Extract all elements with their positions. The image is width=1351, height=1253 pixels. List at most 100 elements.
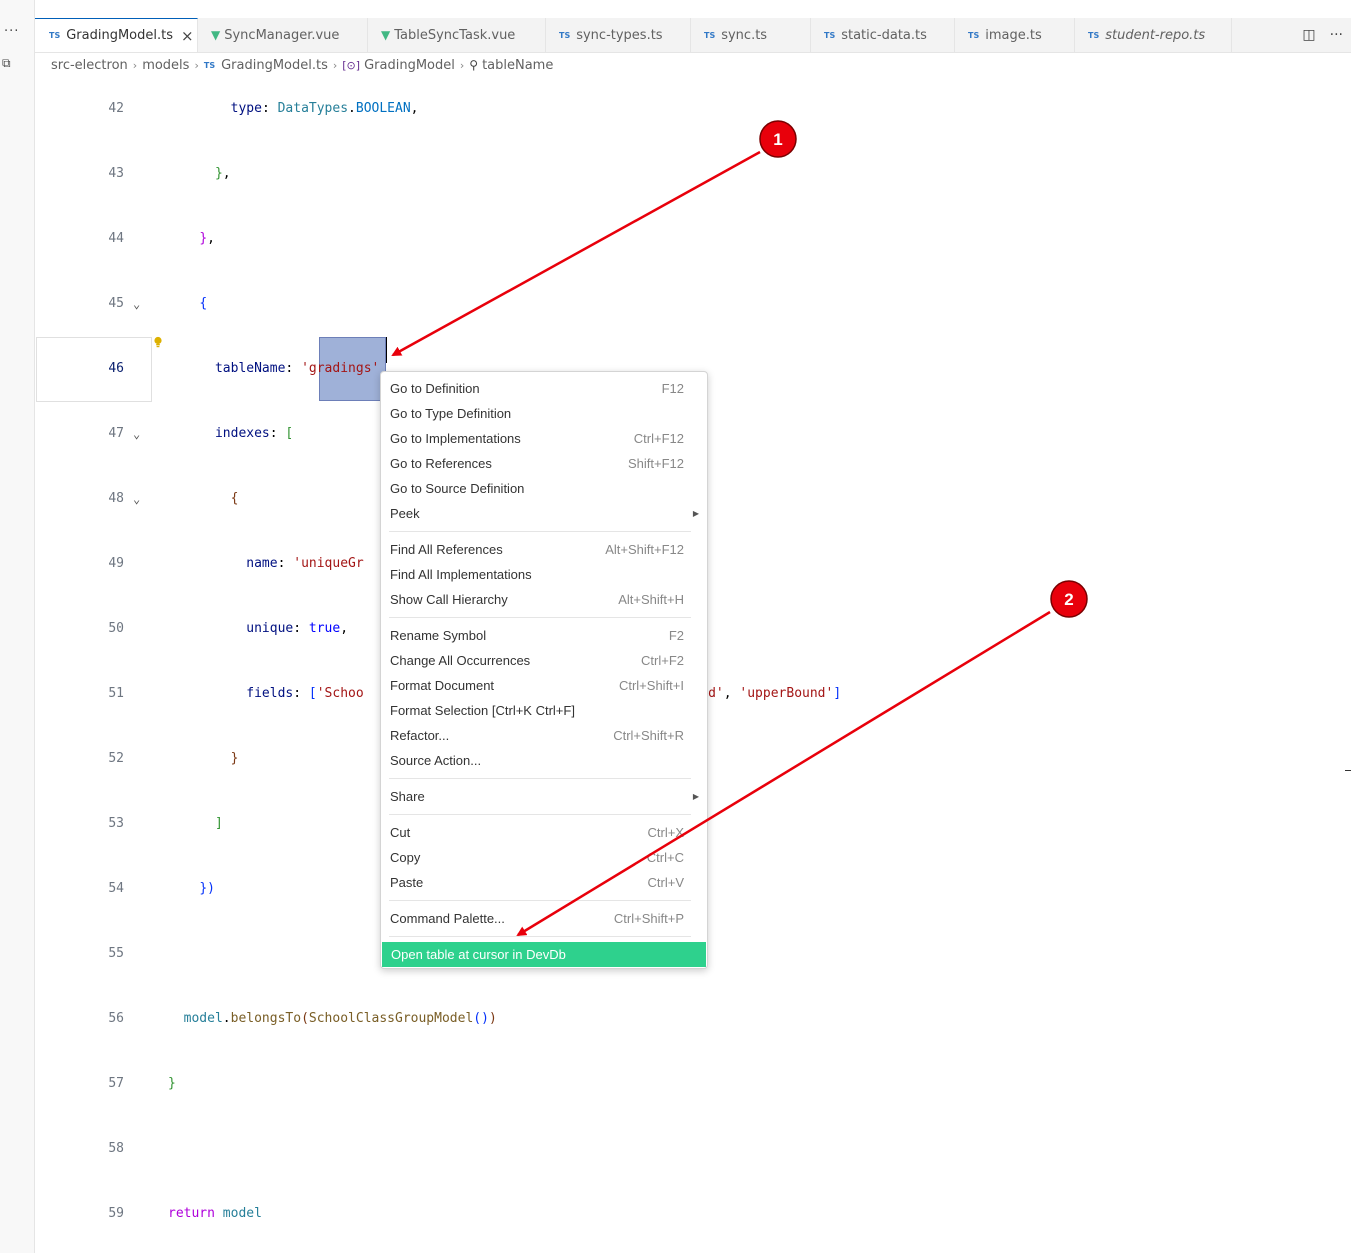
menu-item-find-all-implementations[interactable]: Find All Implementations [381, 562, 707, 587]
menu-item-label: Source Action... [390, 753, 482, 768]
code-text: }, [168, 163, 231, 185]
code-line[interactable]: 58 [35, 1138, 1335, 1160]
keyboard-shortcut: Alt+Shift+H [618, 592, 684, 607]
code-token: }) [199, 881, 215, 896]
keyboard-shortcut: F2 [668, 628, 684, 643]
copy-window-icon[interactable]: ⧉ [2, 56, 11, 71]
menu-item-find-all-references[interactable]: Find All References Alt+Shift+F12 [381, 537, 707, 562]
menu-separator [389, 778, 691, 779]
code-line[interactable]: 56 model.belongsTo(SchoolClassGroupModel… [35, 1008, 1335, 1030]
menu-item-open-table-at-cursor-in-devdb[interactable]: Open table at cursor in DevDb [382, 942, 706, 967]
typescript-file-icon: TS [1088, 30, 1100, 40]
menu-item-go-to-references[interactable]: Go to References Shift+F12 [381, 451, 707, 476]
menu-item-label: Find All Implementations [390, 567, 532, 582]
menu-item-label: Rename Symbol [390, 628, 487, 643]
code-token: [ [308, 686, 317, 701]
code-line[interactable]: 43 }, [35, 163, 1335, 185]
menu-item-go-to-definition[interactable]: Go to Definition F12 [381, 376, 707, 401]
menu-item-go-to-type-definition[interactable]: Go to Type Definition [381, 401, 707, 426]
tab-student-repo-ts[interactable]: TS student-repo.ts [1074, 18, 1232, 52]
more-icon[interactable]: ··· [1330, 27, 1343, 43]
close-icon[interactable]: × [181, 27, 194, 45]
breadcrumb-item[interactable]: tableName [482, 58, 553, 73]
split-editor-icon[interactable]: ◫ [1302, 27, 1315, 43]
line-number: 56 [108, 1011, 124, 1026]
fold-chevron-icon[interactable]: ⌄ [133, 423, 140, 445]
tab-static-data-ts[interactable]: TS static-data.ts [810, 18, 955, 52]
code-token: ( [301, 1011, 309, 1026]
menu-item-go-to-implementations[interactable]: Go to Implementations Ctrl+F12 [381, 426, 707, 451]
code-token: model [222, 1206, 262, 1221]
fold-chevron-icon[interactable]: ⌄ [133, 293, 140, 315]
menu-item-source-action[interactable]: Source Action... [381, 748, 707, 773]
tab-syncmanager-vue[interactable]: ▼ SyncManager.vue [197, 18, 368, 52]
code-token: : [269, 426, 286, 441]
chevron-right-icon: › [459, 58, 465, 72]
line-number: 49 [108, 556, 124, 571]
menu-separator [389, 531, 691, 532]
code-line[interactable]: 57} [35, 1073, 1335, 1095]
tab-gradingmodel-ts[interactable]: TS GradingModel.ts × [35, 18, 198, 52]
tab-sync-types-ts[interactable]: TS sync-types.ts [545, 18, 691, 52]
line-number: 50 [108, 621, 124, 636]
menu-item-cut[interactable]: Cut Ctrl+X [381, 820, 707, 845]
code-text: model.belongsTo(SchoolClassGroupModel()) [168, 1008, 497, 1030]
menu-item-rename-symbol[interactable]: Rename Symbol F2 [381, 623, 707, 648]
keyboard-shortcut: Ctrl+Shift+I [618, 678, 684, 693]
fold-chevron-icon[interactable]: ⌄ [133, 488, 140, 510]
menu-item-paste[interactable]: Paste Ctrl+V [381, 870, 707, 895]
context-menu: Go to Definition F12 Go to Type Definition… [380, 371, 708, 969]
more-actions-icon[interactable]: ··· [4, 24, 19, 39]
keyboard-shortcut: Ctrl+Shift+R [613, 728, 684, 743]
menu-item-copy[interactable]: Copy Ctrl+C [381, 845, 707, 870]
menu-item-format-document[interactable]: Format Document Ctrl+Shift+I [381, 673, 707, 698]
menu-separator [389, 617, 691, 618]
code-line[interactable]: 42 type: DataTypes.BOOLEAN, [35, 98, 1335, 120]
menu-item-go-to-source-definition[interactable]: Go to Source Definition [381, 476, 707, 501]
menu-item-label: Change All Occurrences [390, 653, 531, 668]
tab-sync-ts[interactable]: TS sync.ts [690, 18, 811, 52]
code-line[interactable]: 59 return model [35, 1203, 1335, 1225]
menu-item-label: Share [390, 789, 425, 804]
code-text: name: 'uniqueGr [168, 553, 363, 575]
code-line[interactable]: 45 ⌄ { [35, 293, 1335, 315]
code-token: } [199, 231, 208, 246]
typescript-file-icon: TS [559, 30, 571, 40]
menu-item-peek[interactable]: Peek ▶ [381, 501, 707, 526]
code-token: () [473, 1011, 489, 1026]
tab-label: SyncManager.vue [224, 27, 340, 43]
code-token: BOOLEAN [355, 101, 411, 116]
breadcrumb-item[interactable]: GradingModel.ts [221, 58, 328, 73]
menu-item-share[interactable]: Share ▶ [381, 784, 707, 809]
menu-item-format-selection-ctrl-k-ctrl-f[interactable]: Format Selection [Ctrl+K Ctrl+F] [381, 698, 707, 723]
breadcrumb-item[interactable]: src-electron [51, 58, 128, 73]
breadcrumb: src-electron › models › TS GradingModel.ts › [⊙… [51, 56, 553, 74]
code-line[interactable]: 44 }, [35, 228, 1335, 250]
tab-tablesynctask-vue[interactable]: ▼ TableSyncTask.vue [367, 18, 546, 52]
code-text: { [168, 488, 239, 510]
breadcrumb-item[interactable]: GradingModel [364, 58, 455, 73]
line-number: 46 [108, 361, 124, 376]
menu-item-refactor[interactable]: Refactor... Ctrl+Shift+R [381, 723, 707, 748]
line-number: 52 [108, 751, 124, 766]
menu-item-change-all-occurrences[interactable]: Change All Occurrences Ctrl+F2 [381, 648, 707, 673]
breadcrumb-item[interactable]: models [142, 58, 189, 73]
tab-image-ts[interactable]: TS image.ts [954, 18, 1075, 52]
code-text: } [168, 748, 239, 770]
code-token: { [230, 491, 239, 506]
code-token: . [348, 101, 356, 116]
menu-item-show-call-hierarchy[interactable]: Show Call Hierarchy Alt+Shift+H [381, 587, 707, 612]
menu-item-label: Go to Implementations [390, 431, 521, 446]
submenu-arrow-icon: ▶ [692, 792, 699, 801]
code-token: ) [488, 1011, 497, 1026]
tab-actions: ◫ ··· [1302, 18, 1343, 52]
menu-item-label: Format Selection [Ctrl+K Ctrl+F] [390, 703, 575, 718]
code-token: } [214, 166, 223, 181]
code-token: fields [246, 686, 294, 701]
menu-item-command-palette[interactable]: Command Palette... Ctrl+Shift+P [381, 906, 707, 931]
